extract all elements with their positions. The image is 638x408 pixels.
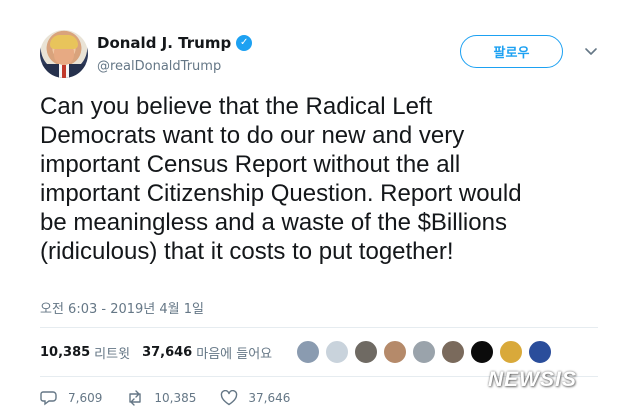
divider-top — [40, 327, 598, 328]
retweet-count: 10,385 — [154, 391, 197, 405]
reply-count: 7,609 — [68, 391, 103, 405]
heart-icon — [221, 390, 238, 406]
like-count: 37,646 — [248, 391, 291, 405]
liker-avatar-7[interactable] — [470, 340, 494, 364]
author-name-row[interactable]: Donald J. Trump ✓ — [97, 34, 253, 52]
engagement-stats: 10,385 리트윗 37,646 마음에 들어요 — [40, 343, 284, 362]
follow-button[interactable]: 팔로우 — [460, 35, 563, 68]
retweets-count[interactable]: 10,385 — [40, 345, 90, 360]
avatar-hair — [50, 35, 78, 49]
watermark-logo: NEWSIS — [488, 368, 577, 391]
liker-avatar-6[interactable] — [441, 340, 465, 364]
liker-avatar-9[interactable] — [528, 340, 552, 364]
liker-avatar-8[interactable] — [499, 340, 523, 364]
retweets-label[interactable]: 리트윗 — [94, 343, 130, 362]
liker-avatar-1[interactable] — [296, 340, 320, 364]
likes-label[interactable]: 마음에 들어요 — [196, 343, 272, 362]
reply-icon — [40, 391, 57, 406]
tweet-card: Donald J. Trump ✓ @realDonaldTrump 팔로우 C… — [0, 0, 638, 408]
author-handle[interactable]: @realDonaldTrump — [97, 59, 221, 74]
tweet-timestamp[interactable]: 오전 6:03 - 2019년 4월 1일 — [40, 298, 204, 317]
author-avatar[interactable] — [40, 30, 88, 78]
reply-action[interactable]: 7,609 — [40, 390, 102, 406]
liker-avatar-5[interactable] — [412, 340, 436, 364]
like-action[interactable]: 37,646 — [220, 390, 290, 406]
likes-count[interactable]: 37,646 — [142, 345, 192, 360]
avatar-tie — [62, 65, 66, 78]
retweet-icon — [129, 390, 142, 406]
chevron-down-icon[interactable] — [584, 44, 598, 58]
retweet-action[interactable]: 10,385 — [126, 390, 196, 406]
tweet-actions: 7,609 10,385 37,646 — [40, 390, 314, 406]
author-display-name[interactable]: Donald J. Trump — [97, 34, 231, 52]
verified-badge-icon: ✓ — [236, 35, 253, 51]
liker-avatar-3[interactable] — [354, 340, 378, 364]
liker-avatar-4[interactable] — [383, 340, 407, 364]
liker-avatar-2[interactable] — [325, 340, 349, 364]
tweet-text: Can you believe that the Radical Left De… — [40, 93, 522, 265]
liker-avatars — [296, 340, 557, 364]
